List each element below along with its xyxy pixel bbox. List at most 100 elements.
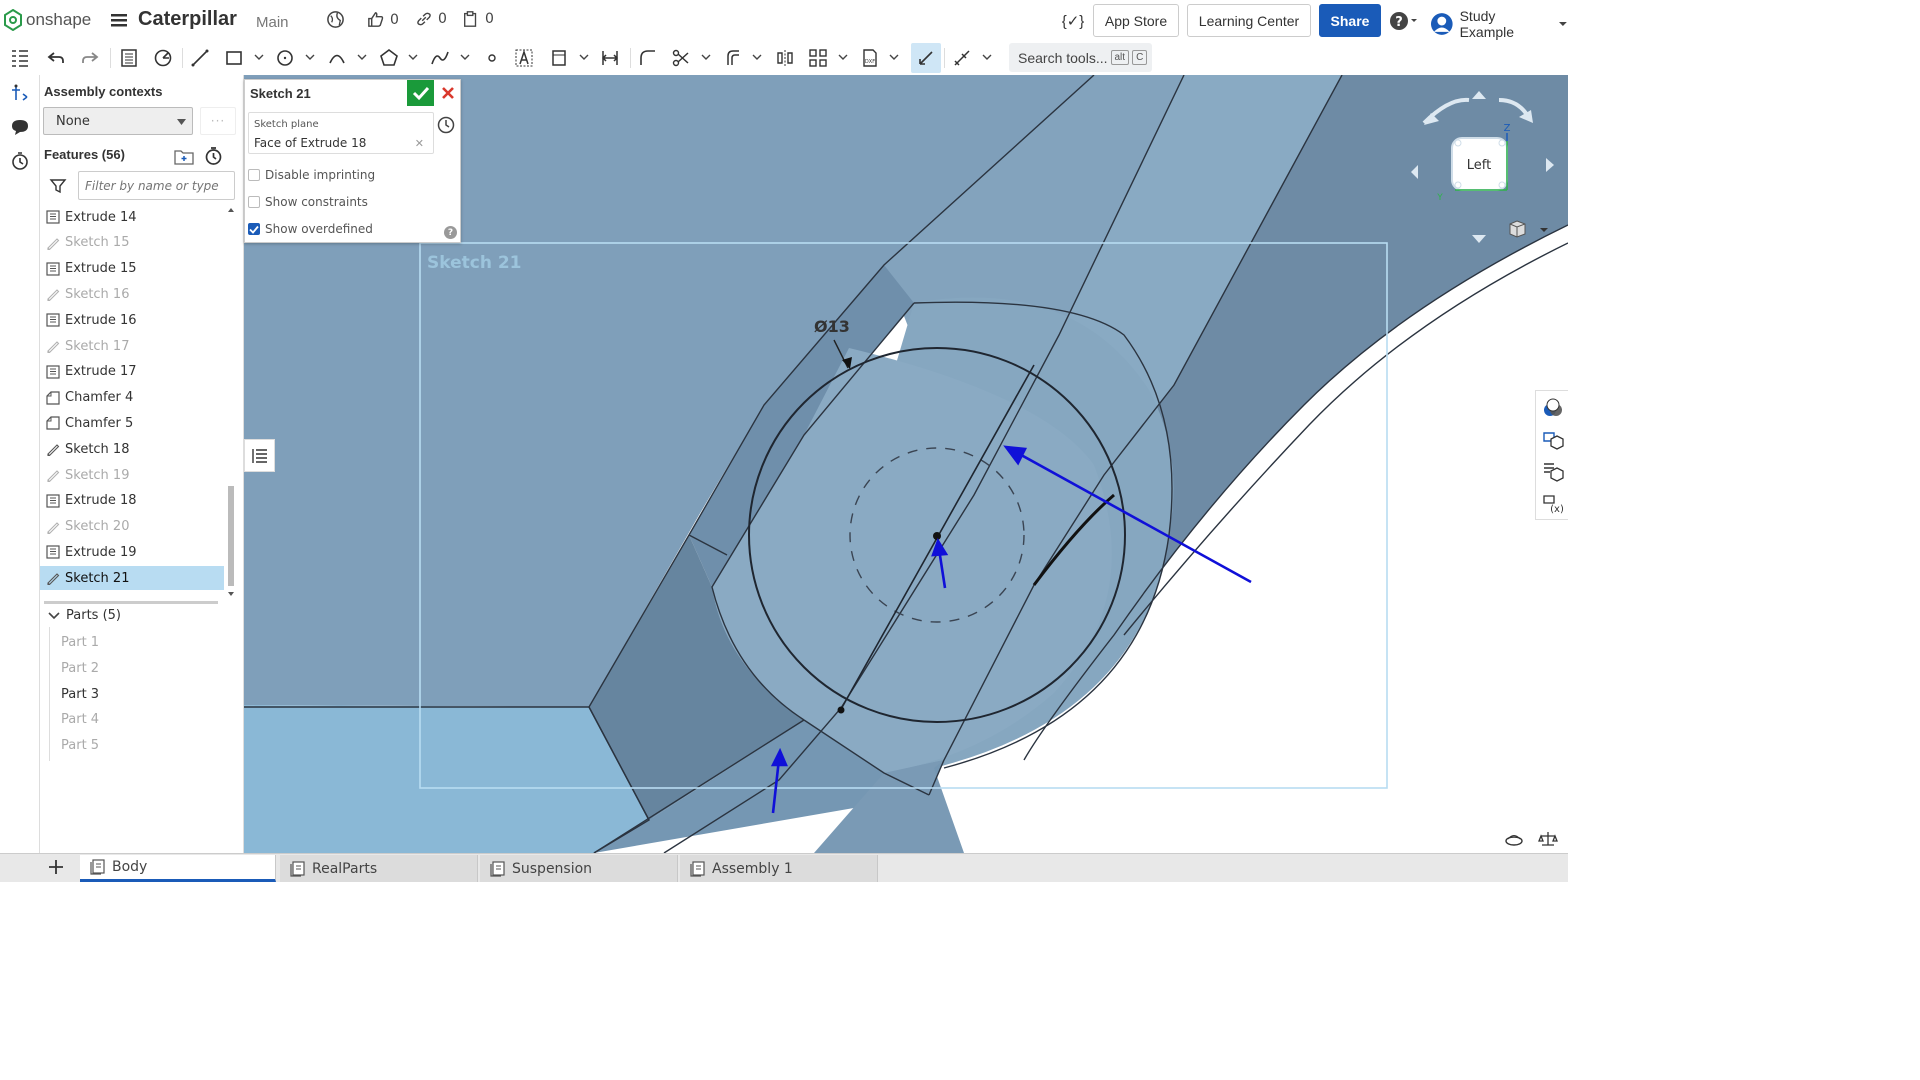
chevron-down-icon[interactable] — [305, 52, 315, 62]
onshape-logo[interactable]: onshape — [4, 9, 91, 31]
share-button[interactable]: Share — [1319, 4, 1381, 37]
tab-assembly-1[interactable]: Assembly 1 — [680, 855, 878, 882]
chevron-down-icon[interactable] — [579, 52, 589, 62]
feature-filter-input[interactable] — [78, 171, 235, 200]
trim-tool-icon[interactable] — [669, 46, 693, 70]
chevron-down-icon[interactable] — [254, 52, 264, 62]
feature-item[interactable]: Sketch 15 — [40, 231, 224, 255]
construction-icon[interactable] — [547, 46, 571, 70]
user-menu[interactable]: Study Example — [1430, 8, 1568, 40]
featurescript-icon[interactable]: {✓} — [1058, 4, 1088, 37]
feature-item[interactable]: Extrude 19 — [40, 540, 224, 564]
variable-icon[interactable] — [151, 46, 175, 70]
part-item[interactable]: Part 5 — [61, 738, 99, 753]
feature-item[interactable]: Sketch 20 — [40, 515, 224, 539]
offset-tool-icon[interactable] — [721, 46, 745, 70]
pattern-tool-icon[interactable] — [806, 46, 830, 70]
checkbox-box-checked[interactable] — [248, 223, 260, 235]
sketch-options-icon[interactable] — [950, 46, 974, 70]
feature-list-icon[interactable] — [8, 46, 32, 70]
feature-item[interactable]: Sketch 18 — [40, 437, 224, 461]
learning-center-button[interactable]: Learning Center — [1187, 4, 1311, 37]
tab-suspension[interactable]: Suspension — [480, 855, 678, 882]
history-icon[interactable] — [8, 149, 32, 173]
variables-table-icon[interactable]: (x) — [1542, 493, 1564, 515]
clear-selection-icon[interactable]: ✕ — [415, 137, 424, 150]
sketch-point[interactable] — [837, 706, 845, 714]
comment-icon[interactable] — [8, 115, 32, 139]
document-title[interactable]: Caterpillar — [138, 8, 237, 31]
tab-body[interactable]: Body — [80, 855, 276, 882]
links-counter[interactable]: 0 — [415, 10, 447, 28]
show-constraints-checkbox[interactable]: Show constraints — [248, 195, 368, 209]
chevron-down-icon[interactable] — [889, 52, 899, 62]
redo-icon[interactable] — [78, 46, 102, 70]
spline-tool-icon[interactable] — [428, 46, 452, 70]
assembly-context-more[interactable]: ··· — [200, 107, 236, 135]
copies-counter[interactable]: 0 — [462, 10, 494, 28]
insert-icon[interactable] — [8, 81, 32, 105]
rectangle-tool-icon[interactable] — [222, 46, 246, 70]
checkbox-box[interactable] — [248, 169, 260, 181]
point-tool-icon[interactable] — [480, 46, 504, 70]
chevron-down-icon[interactable] — [838, 52, 848, 62]
chevron-down-icon[interactable] — [460, 52, 470, 62]
tab-realparts[interactable]: RealParts — [280, 855, 478, 882]
mass-properties-icon[interactable] — [1538, 830, 1558, 852]
checkbox-box[interactable] — [248, 196, 260, 208]
cancel-button[interactable] — [436, 80, 460, 106]
sketch-plane-field[interactable]: Sketch plane Face of Extrude 18 ✕ — [248, 112, 434, 154]
disable-imprinting-checkbox[interactable]: Disable imprinting — [248, 168, 375, 182]
feature-item[interactable]: Extrude 17 — [40, 360, 224, 384]
panel-divider[interactable] — [44, 601, 218, 604]
feature-item[interactable]: Chamfer 4 — [40, 386, 224, 410]
use-tool-icon[interactable] — [911, 43, 941, 73]
feature-list-scrollbar[interactable] — [226, 205, 236, 601]
sketch-list-toggle-icon[interactable] — [244, 439, 275, 472]
feature-item[interactable]: Extrude 16 — [40, 308, 224, 332]
assembly-context-select[interactable]: None — [43, 107, 193, 135]
undo-icon[interactable] — [44, 46, 68, 70]
bom-icon[interactable] — [1542, 461, 1564, 483]
measure-icon[interactable] — [1504, 830, 1524, 852]
feature-item[interactable]: Chamfer 5 — [40, 411, 224, 435]
part-item[interactable]: Part 1 — [61, 635, 99, 650]
circle-tool-icon[interactable] — [273, 46, 297, 70]
part-item[interactable]: Part 2 — [61, 661, 99, 676]
view-options-icon[interactable] — [1509, 218, 1549, 244]
branch-name[interactable]: Main — [256, 14, 289, 31]
part-item[interactable]: Part 3 — [61, 687, 99, 702]
chevron-down-icon[interactable] — [701, 52, 711, 62]
feature-item[interactable]: Sketch 19 — [40, 463, 224, 487]
help-icon[interactable]: ? — [444, 226, 457, 239]
text-tool-icon[interactable] — [512, 46, 536, 70]
part-item[interactable]: Part 4 — [61, 712, 99, 727]
accept-button[interactable] — [407, 80, 434, 106]
feature-item[interactable]: Extrude 14 — [40, 205, 224, 229]
configurations-icon[interactable] — [1542, 429, 1564, 451]
show-overdefined-checkbox[interactable]: Show overdefined — [248, 222, 373, 236]
dimension-tool-icon[interactable] — [598, 46, 622, 70]
add-folder-icon[interactable] — [174, 147, 194, 169]
search-tools-input[interactable]: Search tools... alt C — [1009, 43, 1152, 72]
chevron-down-icon[interactable] — [357, 52, 367, 62]
rollback-timer-icon[interactable] — [204, 146, 223, 170]
add-tab-icon[interactable] — [47, 858, 65, 880]
feature-item[interactable]: Sketch 21 — [40, 566, 224, 591]
diameter-dimension[interactable]: Ø13 — [814, 317, 850, 336]
chevron-down-icon[interactable] — [408, 52, 418, 62]
arc-tool-icon[interactable] — [325, 46, 349, 70]
appearance-icon[interactable] — [1542, 397, 1564, 419]
mirror-tool-icon[interactable] — [773, 46, 797, 70]
chevron-down-icon[interactable] — [752, 52, 762, 62]
app-store-button[interactable]: App Store — [1093, 4, 1179, 37]
feature-item[interactable]: Sketch 17 — [40, 334, 224, 358]
feature-item[interactable]: Extrude 18 — [40, 489, 224, 513]
parts-header[interactable]: Parts (5) — [48, 608, 121, 623]
fillet-tool-icon[interactable] — [636, 46, 660, 70]
globe-icon[interactable] — [326, 10, 345, 29]
line-tool-icon[interactable] — [188, 46, 212, 70]
circle-center-point[interactable] — [933, 532, 941, 540]
sketch-solid-icon[interactable] — [117, 46, 141, 70]
filter-icon[interactable] — [49, 177, 67, 199]
